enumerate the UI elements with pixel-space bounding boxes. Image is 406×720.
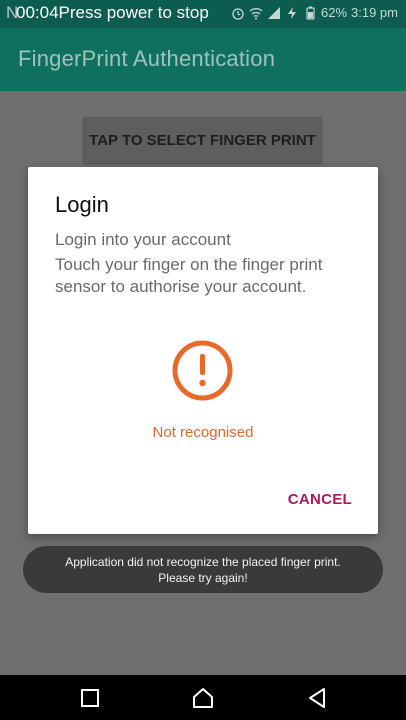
recents-icon[interactable] (77, 685, 103, 711)
home-icon[interactable] (190, 685, 216, 711)
app-title: FingerPrint Authentication (18, 46, 276, 71)
signal-icon (267, 6, 280, 19)
toast-message: Application did not recognize the placed… (23, 546, 383, 593)
alert-icon (172, 340, 233, 401)
battery-percent: 62% (320, 5, 348, 20)
status-right: 62% 3:19 pm (231, 5, 398, 20)
login-dialog: Login Login into your account Touch your… (28, 167, 378, 534)
back-icon[interactable] (304, 685, 330, 711)
status-bar: N 00:04Press power to stop 62% 3:19 pm (0, 0, 406, 28)
battery-icon (306, 6, 315, 20)
clock: 3:19 pm (351, 5, 398, 20)
toast-line-2: Please try again! (158, 570, 248, 585)
dialog-title: Login (55, 192, 109, 217)
cancel-button[interactable]: CANCEL (288, 491, 352, 508)
status-left: N 00:04Press power to stop (6, 3, 209, 23)
fingerprint-status-text: Not recognised (152, 424, 254, 441)
dialog-subtitle: Login into your account (55, 230, 231, 249)
alarm-icon (232, 7, 244, 20)
select-fingerprint-button[interactable]: TAP TO SELECT FINGER PRINT (83, 117, 322, 163)
toast-line-1: Application did not recognize the placed… (65, 554, 341, 569)
recording-label: 00:04Press power to stop (16, 3, 209, 22)
navigation-bar (0, 675, 406, 720)
wifi-icon (249, 7, 263, 19)
dialog-description: Touch your finger on the finger print se… (55, 255, 323, 296)
charging-icon (287, 6, 296, 19)
